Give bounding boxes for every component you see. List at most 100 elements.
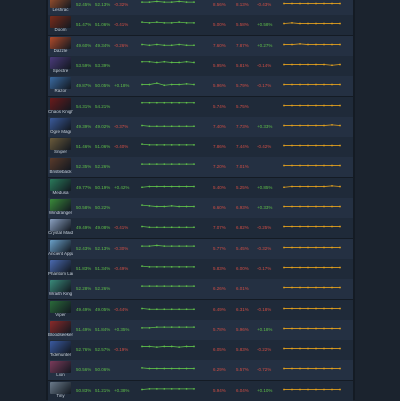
sparkline-point (315, 286, 317, 289)
sparkline-point (283, 225, 285, 228)
table-row[interactable]: Leshrac 52.45% 52.13% -0.32% 8.56% 8.13% -0.43… (48, 0, 353, 15)
sparkline-point (178, 163, 181, 166)
pick-rate-sparkline (283, 307, 341, 309)
table-row[interactable]: Chaos Knight 54.31% 54.21% 5.74% 5.75% (48, 96, 353, 117)
sparkline-point (178, 144, 181, 146)
table-row[interactable]: Medusa 49.77% 50.19% +0.42% 5.40% 5.25% +0.85% (48, 177, 353, 198)
hero-portrait[interactable] (50, 280, 71, 293)
pick-rate-new: 5.45% (236, 245, 249, 251)
sparkline-point (291, 307, 293, 309)
sparkline-point (193, 368, 195, 370)
table-row[interactable]: Lion 50.56% 50.06% 6.29% 5.57% -0.72% (48, 360, 353, 381)
sparkline-point (315, 43, 317, 46)
hero-portrait[interactable] (50, 199, 71, 211)
win-rate-delta: -0.19% (114, 347, 129, 353)
sparkline-point (193, 43, 195, 46)
hero-portrait[interactable] (50, 259, 71, 272)
sparkline-point (141, 21, 143, 24)
hero-portrait[interactable] (50, 320, 71, 333)
table-row[interactable]: Tiny 50.83% 51.21% +0.38% 5.94% 6.04% +0.10% (48, 380, 353, 401)
sparkline-point (339, 165, 341, 167)
table-row[interactable]: Tidehunter 52.76% 52.57% -0.19% 6.05% 5.83% -0… (48, 340, 353, 361)
hero-portrait[interactable] (50, 239, 71, 252)
sparkline-point (185, 226, 188, 229)
sparkline-point (299, 22, 301, 25)
sparkline-point (291, 347, 293, 350)
table-row[interactable]: Doom 51.47% 51.06% -0.41% 5.00% 5.58% +0.58% (48, 15, 353, 36)
sparkline-point (163, 22, 166, 25)
hero-portrait[interactable] (50, 97, 71, 110)
sparkline-point (193, 61, 195, 64)
hero-portrait[interactable] (50, 16, 71, 29)
win-rate-delta: -0.32% (114, 2, 129, 7)
sparkline-point (193, 163, 195, 166)
sparkline-point (155, 307, 158, 310)
hero-name: Spectre (52, 68, 69, 73)
hero-portrait[interactable] (50, 0, 71, 8)
hero-portrait[interactable] (50, 56, 71, 69)
table-row[interactable]: Viper 49.49% 49.05% -0.44% 6.49% 6.31% -0.18% (48, 299, 353, 320)
hero-portrait[interactable] (50, 219, 71, 232)
hero-portrait[interactable] (50, 138, 71, 151)
sparkline-point (178, 185, 181, 188)
table-row[interactable]: Spectre 53.59% 53.39% 5.95% 5.81% -0.14% (48, 55, 353, 76)
sparkline-point (148, 60, 151, 63)
sparkline-point (299, 225, 301, 228)
table-row[interactable]: Ancient Apparition52.43%52.13%-0.30% 5.77… (48, 238, 353, 259)
hero-name: Bloodseeker (48, 332, 73, 337)
sparkline-point (185, 244, 188, 247)
hero-portrait[interactable] (50, 381, 71, 394)
sparkline-point (185, 144, 188, 146)
sparkline-point (193, 345, 195, 348)
sparkline-point (163, 387, 166, 390)
hero-portrait[interactable] (50, 117, 71, 130)
table-row[interactable]: Windranger 50.58% 50.22% 6.60% 6.93% +0.33% (48, 198, 353, 218)
hero-portrait[interactable] (50, 361, 71, 374)
hero-portrait[interactable] (50, 341, 71, 354)
win-rate-old: 49.77% (76, 184, 92, 190)
sparkline-point (170, 307, 173, 310)
sparkline-point (339, 63, 341, 66)
table-row[interactable]: Ogre Magi 49.39% 49.02% -0.37% 7.40% 7.73% +0.… (48, 116, 353, 137)
win-rate-sparkline (141, 204, 195, 208)
win-rate-sparkline (141, 143, 195, 146)
sparkline-point (291, 225, 293, 228)
sparkline-point (148, 22, 151, 25)
table-row[interactable]: Sniper 51.46% 51.06% -0.40% 7.86% 7.44% -0.42% (48, 137, 353, 158)
sparkline-point (155, 368, 158, 370)
sparkline-point (155, 346, 158, 349)
sparkline-point (141, 225, 143, 228)
win-rate-sparkline (141, 285, 195, 288)
sparkline-point (299, 205, 301, 208)
table-row[interactable]: Dazzle 49.60% 49.34% -0.26% 7.60% 7.87% +0.27% (48, 35, 353, 56)
sparkline-point (155, 144, 158, 146)
sparkline-point (141, 186, 143, 188)
sparkline-point (283, 307, 285, 309)
hero-portrait[interactable] (50, 178, 71, 191)
win-rate-new: 51.84% (95, 326, 111, 332)
hero-portrait[interactable] (50, 36, 71, 49)
hero-portrait[interactable] (50, 300, 71, 313)
pick-rate-new: 7.01% (236, 164, 249, 170)
sparkline-point (283, 347, 285, 350)
table-row[interactable]: Crystal Maiden49.49%49.08%-0.41% 7.07% 6.8… (48, 218, 353, 239)
table-row[interactable]: Wraith King 52.28% 52.26% 6.26% 6.01% (48, 279, 353, 300)
sparkline-point (331, 246, 333, 249)
hero-portrait[interactable] (50, 77, 71, 90)
table-row[interactable]: Razor 49.87% 50.05% +0.18% 5.96% 5.79% -0.17% (48, 76, 353, 97)
table-row[interactable]: Bloodseeker 51.49% 51.84% +0.35% 5.78% 5.96% +… (48, 319, 353, 340)
table-row[interactable]: Bristleback 52.35% 52.26% 7.20% 7.01% (48, 157, 353, 178)
win-rate-delta: +0.38% (114, 387, 130, 393)
sparkline-point (307, 307, 309, 309)
sparkline-point (315, 165, 317, 167)
sparkline-point (185, 265, 188, 268)
hero-portrait[interactable] (50, 158, 71, 171)
hero-name: Crystal Maiden (48, 231, 73, 236)
hero-name: Phantom Lancer (48, 271, 73, 276)
sparkline-point (307, 368, 309, 370)
sparkline-point (148, 345, 151, 348)
pick-rate-new: 5.96% (236, 326, 249, 332)
sparkline-point (331, 286, 333, 289)
sparkline-point (307, 246, 309, 249)
table-row[interactable]: Phantom Lancer51.83%51.34%-0.49% 5.83% 6.0… (48, 258, 353, 279)
